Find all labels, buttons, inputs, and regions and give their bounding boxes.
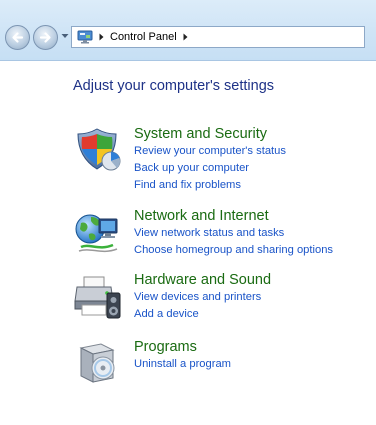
link-add-a-device[interactable]: Add a device <box>134 306 271 323</box>
forward-button[interactable] <box>33 25 58 50</box>
breadcrumb-separator-icon[interactable] <box>99 33 104 41</box>
printer-speaker-icon[interactable] <box>73 271 123 321</box>
link-back-up-computer[interactable]: Back up your computer <box>134 160 286 177</box>
category-title-network-and-internet[interactable]: Network and Internet <box>134 207 333 225</box>
page-title: Adjust your computer's settings <box>73 78 275 94</box>
category-title-hardware-and-sound[interactable]: Hardware and Sound <box>134 271 271 289</box>
arrow-left-icon <box>12 32 24 43</box>
link-view-network-status[interactable]: View network status and tasks <box>134 225 333 242</box>
breadcrumb-separator-icon[interactable] <box>183 33 188 41</box>
navigation-bar: Control Panel <box>0 0 376 61</box>
back-button[interactable] <box>5 25 30 50</box>
link-uninstall-a-program[interactable]: Uninstall a program <box>134 356 231 373</box>
link-find-and-fix-problems[interactable]: Find and fix problems <box>134 177 286 194</box>
address-bar[interactable]: Control Panel <box>71 26 365 48</box>
programs-disc-icon[interactable] <box>73 338 123 388</box>
network-globe-icon[interactable] <box>73 207 123 257</box>
category-title-system-and-security[interactable]: System and Security <box>134 125 286 143</box>
control-panel-icon <box>77 30 93 44</box>
link-choose-homegroup[interactable]: Choose homegroup and sharing options <box>134 242 333 259</box>
shield-icon[interactable] <box>73 125 123 175</box>
breadcrumb-control-panel[interactable]: Control Panel <box>110 31 177 43</box>
recent-pages-dropdown[interactable] <box>61 33 69 39</box>
link-view-devices-and-printers[interactable]: View devices and printers <box>134 289 271 306</box>
content-pane: Adjust your computer's settings System a… <box>0 61 376 425</box>
category-title-programs[interactable]: Programs <box>134 338 231 356</box>
arrow-right-icon <box>39 32 51 43</box>
link-review-computer-status[interactable]: Review your computer's status <box>134 143 286 160</box>
